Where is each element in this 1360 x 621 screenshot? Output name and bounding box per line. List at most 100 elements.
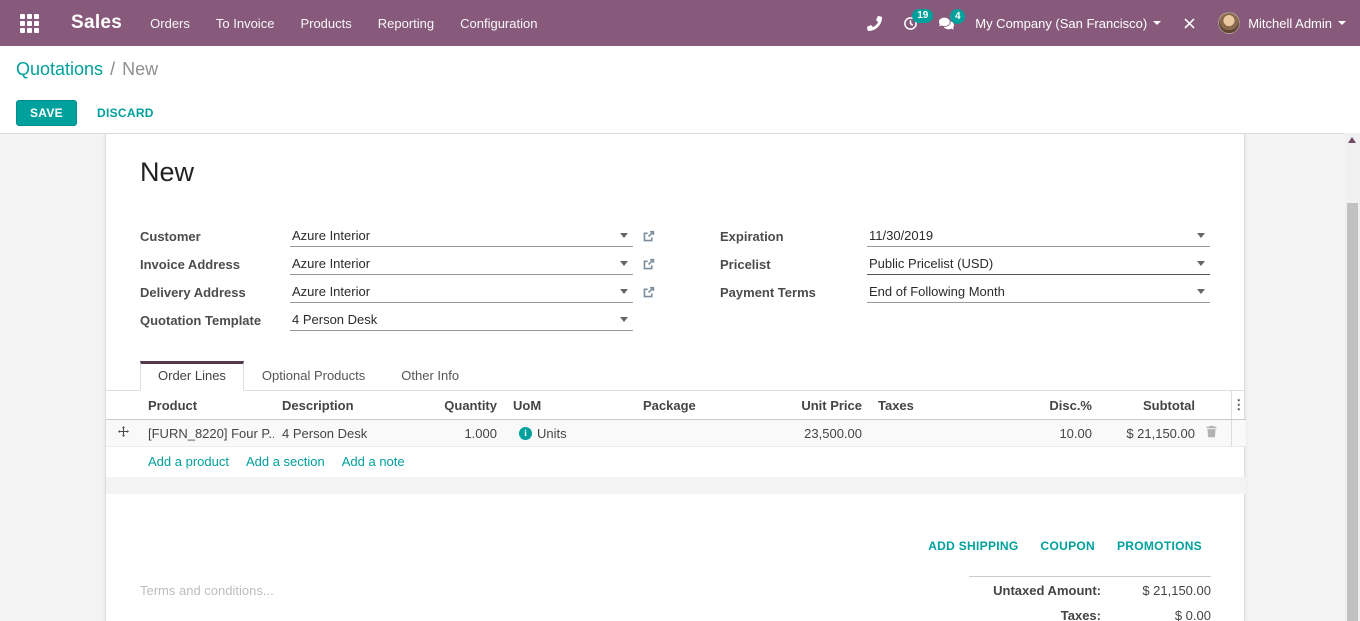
field-customer: Customer Azure Interior (140, 222, 655, 250)
col-taxes[interactable]: Taxes (870, 391, 990, 420)
record-title: New (140, 154, 1244, 190)
untaxed-amount-row: Untaxed Amount: $ 21,150.00 (969, 577, 1211, 602)
dropdown-caret-icon[interactable] (620, 317, 628, 322)
breadcrumb: Quotations / New (0, 46, 1360, 93)
taxes-label: Taxes: (1061, 608, 1101, 621)
cell-subtotal[interactable]: $ 21,150.00 (1100, 420, 1203, 447)
optional-columns-toggle[interactable]: ⋮ (1231, 391, 1246, 420)
app-brand-sales[interactable]: Sales (71, 12, 122, 34)
user-avatar (1218, 12, 1240, 34)
add-line-row: Add a product Add a section Add a note (106, 447, 1246, 478)
invoice-address-label: Invoice Address (140, 257, 290, 272)
field-expiration: Expiration 11/30/2019 (720, 222, 1210, 250)
add-a-note-link[interactable]: Add a note (342, 454, 405, 469)
untaxed-amount-label: Untaxed Amount: (993, 583, 1101, 598)
cell-disc[interactable]: 10.00 (990, 420, 1100, 447)
menu-orders[interactable]: Orders (150, 16, 190, 31)
customer-input[interactable]: Azure Interior (290, 226, 633, 247)
dropdown-caret-icon[interactable] (1197, 289, 1205, 294)
apps-menu-icon[interactable] (20, 14, 39, 33)
messages-count-badge: 4 (950, 9, 965, 24)
cell-product[interactable]: [FURN_8220] Four P... (140, 420, 274, 447)
delivery-address-input[interactable]: Azure Interior (290, 282, 633, 303)
invoice-address-input[interactable]: Azure Interior (290, 254, 633, 275)
cell-uom[interactable]: i Units (505, 420, 635, 447)
invoice-address-external-link-icon[interactable] (642, 258, 655, 271)
untaxed-amount-value: $ 21,150.00 (1101, 583, 1211, 598)
top-navbar: Sales Orders To Invoice Products Reporti… (0, 0, 1360, 46)
payment-terms-input[interactable]: End of Following Month (867, 282, 1210, 303)
cell-description[interactable]: 4 Person Desk (274, 420, 430, 447)
save-button[interactable]: SAVE (16, 100, 77, 126)
expiration-input[interactable]: 11/30/2019 (867, 226, 1210, 247)
fields-right-group: Expiration 11/30/2019 Pricelist P (720, 222, 1210, 334)
menu-configuration[interactable]: Configuration (460, 16, 537, 31)
col-product[interactable]: Product (140, 391, 274, 420)
promotions-button[interactable]: PROMOTIONS (1117, 539, 1202, 553)
col-description[interactable]: Description (274, 391, 430, 420)
field-quotation-template: Quotation Template 4 Person Desk (140, 306, 655, 334)
activities-clock-icon[interactable]: 19 (903, 16, 918, 31)
order-totals: Untaxed Amount: $ 21,150.00 Taxes: $ 0.0… (969, 576, 1211, 621)
form-fields: Customer Azure Interior Invoic (140, 222, 1210, 334)
cell-taxes[interactable] (870, 420, 990, 447)
cell-package[interactable] (635, 420, 770, 447)
col-uom[interactable]: UoM (505, 391, 635, 420)
drag-handle-icon[interactable] (117, 425, 130, 438)
company-switcher[interactable]: My Company (San Francisco) (975, 16, 1161, 31)
scrollbar-thumb[interactable] (1347, 203, 1358, 621)
tab-order-lines[interactable]: Order Lines (140, 361, 244, 391)
add-shipping-button[interactable]: ADD SHIPPING (928, 539, 1018, 553)
col-unit-price[interactable]: Unit Price (770, 391, 870, 420)
coupon-button[interactable]: COUPON (1041, 539, 1095, 553)
user-name: Mitchell Admin (1248, 16, 1332, 31)
dropdown-caret-icon[interactable] (620, 289, 628, 294)
order-lines-table: Product Description Quantity UoM Package… (106, 391, 1246, 494)
taxes-row: Taxes: $ 0.00 (969, 602, 1211, 621)
chevron-down-icon (1338, 21, 1346, 25)
breadcrumb-quotations-link[interactable]: Quotations (16, 59, 103, 80)
user-menu[interactable]: Mitchell Admin (1218, 12, 1346, 34)
order-line-row[interactable]: [FURN_8220] Four P... 4 Person Desk 1.00… (106, 420, 1246, 447)
field-payment-terms: Payment Terms End of Following Month (720, 278, 1210, 306)
add-a-section-link[interactable]: Add a section (246, 454, 325, 469)
customer-external-link-icon[interactable] (642, 230, 655, 243)
table-header-row: Product Description Quantity UoM Package… (106, 391, 1246, 420)
menu-reporting[interactable]: Reporting (378, 16, 434, 31)
col-quantity[interactable]: Quantity (430, 391, 505, 420)
tab-optional-products[interactable]: Optional Products (244, 361, 383, 391)
dropdown-caret-icon[interactable] (620, 261, 628, 266)
add-a-product-link[interactable]: Add a product (148, 454, 229, 469)
messages-icon[interactable]: 4 (939, 16, 954, 31)
dropdown-caret-icon[interactable] (1197, 233, 1205, 238)
delivery-address-external-link-icon[interactable] (642, 286, 655, 299)
scroll-up-arrow-icon[interactable] (1348, 137, 1356, 143)
order-footer-buttons: ADD SHIPPING COUPON PROMOTIONS (928, 539, 1202, 553)
terms-and-conditions-input[interactable]: Terms and conditions... (140, 583, 560, 598)
vertical-scrollbar[interactable] (1345, 133, 1360, 621)
delete-line-icon[interactable] (1205, 425, 1218, 438)
navbar-systray: 19 4 My Company (San Francisco) Mitchell… (867, 12, 1346, 34)
cell-unit-price[interactable]: 23,500.00 (770, 420, 870, 447)
col-subtotal[interactable]: Subtotal (1100, 391, 1203, 420)
developer-tools-icon[interactable] (1182, 16, 1197, 31)
breadcrumb-current: New (122, 59, 158, 80)
dropdown-caret-icon[interactable] (1197, 261, 1205, 266)
discard-button[interactable]: DISCARD (91, 101, 160, 125)
field-delivery-address: Delivery Address Azure Interior (140, 278, 655, 306)
taxes-value: $ 0.00 (1101, 608, 1211, 621)
quotation-template-input[interactable]: 4 Person Desk (290, 310, 633, 331)
pricelist-input[interactable]: Public Pricelist (USD) (867, 254, 1210, 275)
cell-quantity[interactable]: 1.000 (430, 420, 505, 447)
tab-other-info[interactable]: Other Info (383, 361, 477, 391)
menu-products[interactable]: Products (300, 16, 351, 31)
menu-to-invoice[interactable]: To Invoice (216, 16, 275, 31)
dropdown-caret-icon[interactable] (620, 233, 628, 238)
col-disc[interactable]: Disc.% (990, 391, 1100, 420)
phone-icon[interactable] (867, 16, 882, 31)
uom-info-icon[interactable]: i (519, 427, 532, 440)
breadcrumb-separator: / (110, 59, 115, 80)
customer-label: Customer (140, 229, 290, 244)
company-name: My Company (San Francisco) (975, 16, 1147, 31)
col-package[interactable]: Package (635, 391, 770, 420)
